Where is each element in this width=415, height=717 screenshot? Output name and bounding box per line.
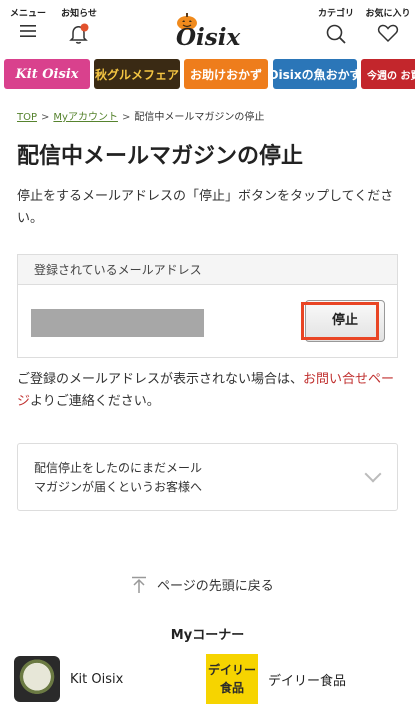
breadcrumb-separator: >	[41, 112, 50, 123]
breadcrumb-separator: >	[121, 112, 131, 123]
breadcrumb-account-link[interactable]: Myアカウント	[53, 112, 118, 123]
faq-accordion[interactable]: 配信停止をしたのにまだメール マガジンが届くというお客様へ	[17, 443, 398, 511]
campaign-banner-strip: Kit Oisix 秋グルメフェア お助けおかず Oisixの魚おかず 今週の …	[0, 57, 415, 93]
header: メニュー お知らせ Oisix カテゴリ お気に入り	[0, 0, 415, 55]
my-corner-daily-food[interactable]: デイリー 食品 デイリー食品	[206, 654, 346, 704]
hamburger-icon	[20, 25, 36, 37]
category-label: カテゴリ	[317, 9, 354, 19]
notifications-label: お知らせ	[61, 9, 97, 19]
faq-line-2: マガジンが届くというお客様へ	[34, 480, 203, 494]
registered-email-panel: 登録されているメールアドレス 停止	[17, 254, 398, 358]
email-address-redacted	[31, 309, 204, 337]
registered-email-header: 登録されているメールアドレス	[18, 255, 397, 285]
kit-oisix-image	[14, 656, 60, 702]
chevron-down-icon	[364, 465, 382, 483]
oisix-logo[interactable]: Oisix	[170, 12, 250, 51]
banner-helper-dishes[interactable]: お助けおかず	[184, 59, 268, 89]
breadcrumb-current: 配信中メールマガジンの停止	[134, 112, 265, 123]
heart-icon	[377, 24, 399, 43]
category-button[interactable]: カテゴリ	[308, 6, 364, 45]
faq-line-1: 配信停止をしたのにまだメール	[34, 461, 203, 475]
favorites-button[interactable]: お気に入り	[360, 6, 415, 43]
breadcrumb-top-link[interactable]: TOP	[17, 112, 37, 123]
contact-note: ご登録のメールアドレスが表示されない場合は、お問い合せページよりご連絡ください。	[17, 369, 402, 413]
my-corner-kit-oisix[interactable]: Kit Oisix	[14, 654, 123, 704]
page-title: 配信中メールマガジンの停止	[17, 144, 304, 169]
bell-icon	[69, 23, 89, 44]
search-icon	[326, 24, 346, 44]
page-description: 停止をするメールアドレスの「停止」ボタンをタップしてください。	[17, 189, 394, 226]
favorites-label: お気に入り	[365, 9, 411, 19]
back-to-top-label: ページの先頭に戻る	[157, 579, 274, 594]
banner-autumn-gourmet[interactable]: 秋グルメフェア	[94, 59, 180, 89]
faq-accordion-text: 配信停止をしたのにまだメール マガジンが届くというお客様へ	[34, 459, 334, 497]
daily-food-label: デイリー食品	[268, 673, 347, 689]
arrow-up-icon	[132, 576, 146, 593]
contact-note-text: ご登録のメールアドレスが表示されない場合は、	[17, 372, 304, 387]
daily-food-badge: デイリー 食品	[206, 654, 258, 704]
breadcrumb: TOP > Myアカウント > 配信中メールマガジンの停止	[17, 108, 264, 123]
stop-button-highlight	[301, 302, 379, 340]
banner-kit-oisix[interactable]: Kit Oisix	[4, 59, 90, 89]
logo-text: Oisix	[176, 24, 241, 51]
back-to-top-link[interactable]: ページの先頭に戻る	[131, 575, 274, 594]
menu-button[interactable]: メニュー	[0, 6, 56, 39]
contact-note-suffix: よりご連絡ください。	[30, 394, 160, 409]
kit-oisix-label: Kit Oisix	[70, 671, 124, 687]
banner-weekly[interactable]: 今週の お買い	[361, 59, 415, 89]
menu-label: メニュー	[9, 9, 46, 19]
notifications-button[interactable]: お知らせ	[51, 6, 107, 45]
banner-fish-dishes[interactable]: Oisixの魚おかず	[273, 59, 357, 89]
my-corner-title: Myコーナー	[170, 628, 245, 643]
